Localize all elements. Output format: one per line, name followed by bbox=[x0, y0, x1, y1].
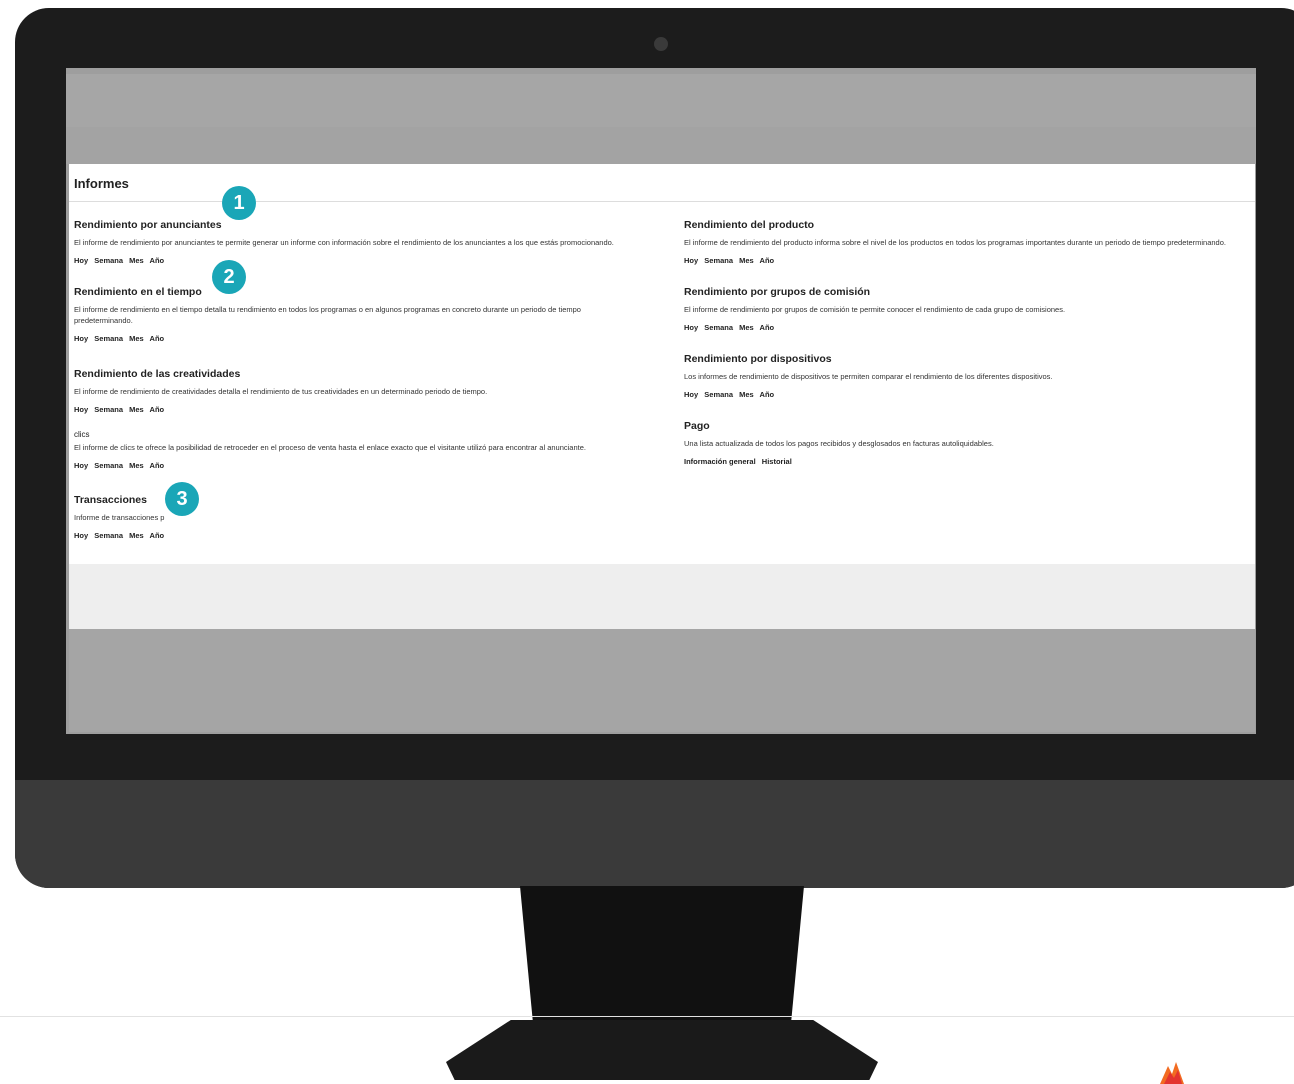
section-title: Rendimiento en el tiempo bbox=[74, 286, 202, 298]
section-clicks: clics El informe de clics te ofrece la p… bbox=[74, 430, 674, 470]
section-description: Los informes de rendimiento de dispositi… bbox=[684, 372, 1053, 381]
section-description: Informe de transacciones p bbox=[74, 513, 165, 522]
section-advertiser-performance: Rendimiento por anunciantes El informe d… bbox=[74, 219, 674, 265]
period-links: Hoy Semana Mes Año bbox=[74, 256, 674, 265]
section-title: Rendimiento por grupos de comisión bbox=[684, 286, 871, 298]
link-today[interactable]: Hoy bbox=[74, 405, 88, 414]
section-creatives-performance: Rendimiento de las creatividades El info… bbox=[74, 368, 674, 414]
callout-2: 2 bbox=[212, 260, 246, 294]
payment-links: Información general Historial bbox=[684, 457, 1254, 466]
panel-footer bbox=[69, 564, 1255, 629]
link-week[interactable]: Semana bbox=[704, 256, 733, 265]
screen-bottom bbox=[69, 629, 1255, 732]
link-month[interactable]: Mes bbox=[129, 531, 144, 540]
section-product-performance: Rendimiento del producto El informe de r… bbox=[684, 219, 1254, 265]
link-today[interactable]: Hoy bbox=[74, 334, 88, 343]
link-week[interactable]: Semana bbox=[94, 334, 123, 343]
link-today[interactable]: Hoy bbox=[74, 256, 88, 265]
period-links: Hoy Semana Mes Año bbox=[74, 405, 674, 414]
link-week[interactable]: Semana bbox=[94, 256, 123, 265]
monitor-chin bbox=[15, 780, 1294, 888]
section-devices: Rendimiento por dispositivos Los informe… bbox=[684, 353, 1254, 399]
link-week[interactable]: Semana bbox=[704, 323, 733, 332]
section-title: Rendimiento por anunciantes bbox=[74, 219, 222, 231]
link-month[interactable]: Mes bbox=[739, 390, 754, 399]
flame-logo-icon bbox=[1160, 1062, 1184, 1084]
link-month[interactable]: Mes bbox=[129, 256, 144, 265]
link-year[interactable]: Año bbox=[150, 405, 165, 414]
screen: Informes Rendimiento por anunciantes El … bbox=[66, 68, 1256, 734]
period-links: Hoy Semana Mes Año bbox=[684, 323, 1254, 332]
camera-icon bbox=[654, 37, 668, 51]
link-week[interactable]: Semana bbox=[94, 531, 123, 540]
link-month[interactable]: Mes bbox=[739, 256, 754, 265]
section-description: El informe de rendimiento por grupos de … bbox=[684, 305, 1066, 314]
link-history[interactable]: Historial bbox=[762, 457, 792, 466]
section-title: Transacciones bbox=[74, 494, 147, 506]
monitor-base bbox=[446, 1020, 878, 1080]
section-transactions: Transacciones Informe de transacciones p… bbox=[74, 494, 674, 540]
section-description: El informe de rendimiento del producto i… bbox=[684, 238, 1226, 247]
section-payment: Pago Una lista actualizada de todos los … bbox=[684, 420, 1254, 466]
link-week[interactable]: Semana bbox=[704, 390, 733, 399]
section-title: Rendimiento por dispositivos bbox=[684, 353, 832, 365]
link-today[interactable]: Hoy bbox=[74, 461, 88, 470]
section-performance-over-time: Rendimiento en el tiempo El informe de r… bbox=[74, 286, 634, 343]
page-title: Informes bbox=[74, 176, 129, 191]
period-links: Hoy Semana Mes Año bbox=[74, 531, 674, 540]
link-month[interactable]: Mes bbox=[129, 334, 144, 343]
section-description: El informe de clics te ofrece la posibil… bbox=[74, 443, 586, 452]
period-links: Hoy Semana Mes Año bbox=[684, 256, 1254, 265]
period-links: Hoy Semana Mes Año bbox=[74, 461, 674, 470]
link-today[interactable]: Hoy bbox=[684, 390, 698, 399]
link-week[interactable]: Semana bbox=[94, 405, 123, 414]
section-description: Una lista actualizada de todos los pagos… bbox=[684, 439, 994, 448]
callout-3: 3 bbox=[165, 482, 199, 516]
period-links: Hoy Semana Mes Año bbox=[684, 390, 1254, 399]
link-year[interactable]: Año bbox=[150, 256, 165, 265]
browser-bar bbox=[66, 74, 1256, 132]
link-year[interactable]: Año bbox=[760, 256, 775, 265]
link-year[interactable]: Año bbox=[760, 323, 775, 332]
link-year[interactable]: Año bbox=[760, 390, 775, 399]
link-month[interactable]: Mes bbox=[129, 405, 144, 414]
link-year[interactable]: Año bbox=[150, 461, 165, 470]
link-year[interactable]: Año bbox=[150, 531, 165, 540]
callout-1: 1 bbox=[222, 186, 256, 220]
section-description: El informe de rendimiento de creatividad… bbox=[74, 387, 488, 396]
section-description: El informe de rendimiento en el tiempo d… bbox=[74, 305, 581, 325]
link-year[interactable]: Año bbox=[150, 334, 165, 343]
link-week[interactable]: Semana bbox=[94, 461, 123, 470]
section-description: El informe de rendimiento por anunciante… bbox=[74, 238, 614, 247]
reports-panel: Informes Rendimiento por anunciantes El … bbox=[69, 164, 1255, 564]
link-today[interactable]: Hoy bbox=[684, 256, 698, 265]
section-title: Rendimiento de las creatividades bbox=[74, 368, 241, 380]
floor-line bbox=[0, 1016, 1294, 1017]
nav-bar bbox=[66, 127, 1256, 164]
link-overview[interactable]: Información general bbox=[684, 457, 756, 466]
link-today[interactable]: Hoy bbox=[684, 323, 698, 332]
section-title: Rendimiento del producto bbox=[684, 219, 815, 231]
section-title: clics bbox=[74, 430, 90, 439]
monitor-stand bbox=[520, 886, 804, 1036]
link-today[interactable]: Hoy bbox=[74, 531, 88, 540]
section-title: Pago bbox=[684, 420, 710, 432]
link-month[interactable]: Mes bbox=[129, 461, 144, 470]
period-links: Hoy Semana Mes Año bbox=[74, 334, 634, 343]
section-commission-groups: Rendimiento por grupos de comisión El in… bbox=[684, 286, 1254, 332]
link-month[interactable]: Mes bbox=[739, 323, 754, 332]
